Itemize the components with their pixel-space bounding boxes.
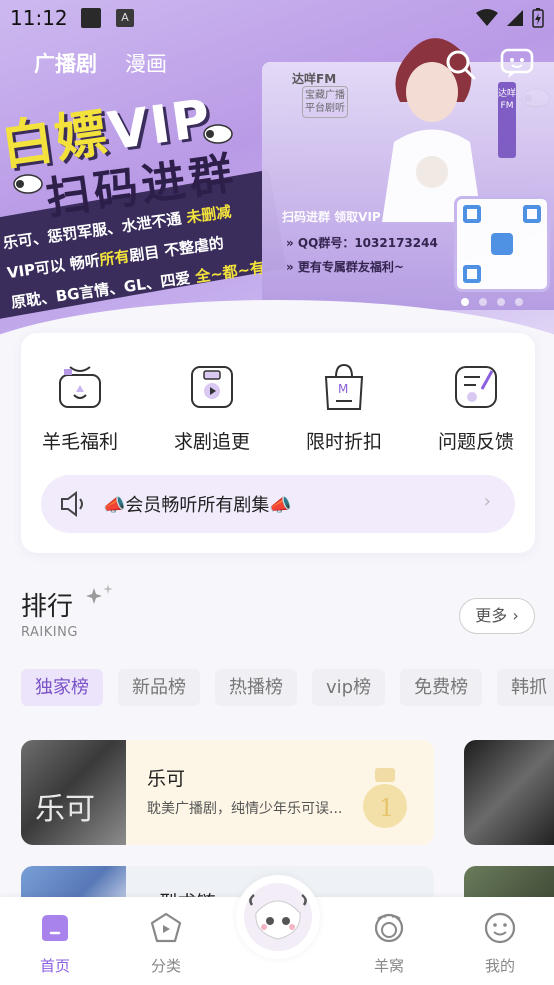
fm-radio-icon	[191, 366, 233, 408]
feedback-note-icon	[455, 366, 497, 408]
status-time: 11:12	[10, 6, 68, 30]
chip-free[interactable]: 免费榜	[400, 669, 483, 706]
nav-home[interactable]: 首页	[20, 911, 90, 976]
category-icon	[150, 912, 182, 943]
cover-title: 乐可	[35, 792, 95, 827]
section-subtitle: RAIKING	[21, 625, 78, 640]
notification-icon	[81, 8, 101, 28]
chip-new[interactable]: 新品榜	[118, 669, 200, 706]
brand-label: 达咩FM	[292, 72, 337, 86]
chevron-right-icon: ›	[483, 491, 491, 512]
banner-more-benefits: » 更有专属群友福利~	[286, 260, 404, 274]
chip-exclusive[interactable]: 独家榜	[21, 669, 103, 706]
quick-action-feedback[interactable]: 问题反馈	[421, 361, 531, 454]
sheep-icon	[13, 174, 43, 194]
carousel-dot[interactable]	[479, 298, 487, 306]
vip-notice-bar[interactable]: 📣会员畅听所有剧集📣 ›	[41, 475, 515, 533]
sheep-nest-icon	[374, 913, 404, 943]
wifi-icon	[476, 9, 498, 26]
top-tabs: 广播剧 漫画	[34, 48, 167, 78]
mascot-button[interactable]	[236, 875, 320, 959]
chip-hot[interactable]: 热播榜	[215, 669, 297, 706]
section-title: 排行	[21, 592, 74, 622]
quick-action-label: 求剧追更	[173, 431, 250, 453]
bottom-nav: 首页 分类 羊窝 我的	[0, 875, 554, 985]
notice-text: 📣会员畅听所有剧集📣	[103, 495, 292, 516]
nav-label: 我的	[484, 957, 515, 975]
sign-label: 宝藏广播平台剧听	[302, 86, 348, 118]
quick-action-label: 限时折扣	[305, 431, 382, 453]
brand-side-label: 达咩FM	[498, 82, 516, 158]
sparkle-icon	[86, 584, 113, 604]
notification-a-icon: A	[116, 9, 134, 27]
sheep-icon	[203, 124, 233, 144]
nav-category[interactable]: 分类	[131, 911, 201, 976]
nav-label: 羊窝	[373, 957, 404, 975]
status-bar: 11:12 A	[0, 0, 554, 36]
rank-medal-icon: 1	[363, 768, 407, 828]
banner-qq-group: » QQ群号：1032173244	[286, 236, 438, 250]
tab-radio-drama[interactable]: 广播剧	[34, 48, 97, 78]
quick-action-label: 问题反馈	[437, 431, 514, 453]
quick-actions-card: 羊毛福利 求剧追更 M 限时折扣 问题反馈 📣会员畅听所有剧集📣 ›	[21, 333, 535, 553]
chip-vip[interactable]: vip榜	[312, 669, 386, 706]
speaker-icon	[61, 491, 83, 517]
qr-code	[454, 196, 550, 292]
drama-title: 乐可	[147, 768, 186, 790]
quick-action-discount[interactable]: M 限时折扣	[289, 361, 399, 454]
search-icon[interactable]	[444, 48, 476, 80]
nav-profile[interactable]: 我的	[465, 911, 535, 976]
carousel-dot[interactable]	[497, 298, 505, 306]
gift-box-icon	[59, 366, 101, 408]
more-button[interactable]: 更多 ›	[459, 598, 535, 634]
quick-action-wool-benefits[interactable]: 羊毛福利	[25, 361, 135, 454]
drama-description: 耽美广播剧，纯情少年乐可误...	[147, 801, 343, 817]
shopping-bag-icon: M	[324, 363, 364, 410]
nav-label: 首页	[39, 957, 70, 975]
chip-korean[interactable]: 韩抓	[497, 669, 554, 706]
banner-info-card: 达咩FM 宝藏广播平台剧听 达咩FM 扫码进群 领取VIP » QQ群号：103…	[262, 38, 554, 310]
ranking-item[interactable]: 乐可 乐可 耽美广播剧，纯情少年乐可误... 1	[21, 740, 434, 845]
profile-icon	[484, 912, 516, 944]
carousel-dot[interactable]	[461, 298, 469, 306]
carousel-dot[interactable]	[515, 298, 523, 306]
svg-text:M: M	[338, 382, 348, 396]
tab-comics[interactable]: 漫画	[125, 48, 167, 78]
home-icon	[42, 915, 68, 941]
svg-text:1: 1	[379, 794, 394, 822]
carousel-dots[interactable]	[461, 298, 523, 306]
quick-action-label: 羊毛福利	[41, 431, 118, 453]
banner-get-vip: 扫码进群 领取VIP	[282, 210, 381, 224]
mascot-avatar	[244, 883, 312, 951]
nav-sheep-nest[interactable]: 羊窝	[354, 911, 424, 976]
ranking-chips: 独家榜 新品榜 热播榜 vip榜 免费榜 韩抓	[21, 669, 554, 706]
nav-label: 分类	[150, 957, 181, 975]
quick-action-request-drama[interactable]: 求剧追更	[157, 361, 267, 454]
message-icon[interactable]	[500, 48, 534, 80]
signal-icon	[507, 10, 523, 26]
drama-cover: 乐可	[21, 740, 126, 845]
battery-icon	[532, 8, 544, 28]
drama-cover[interactable]	[464, 740, 554, 845]
